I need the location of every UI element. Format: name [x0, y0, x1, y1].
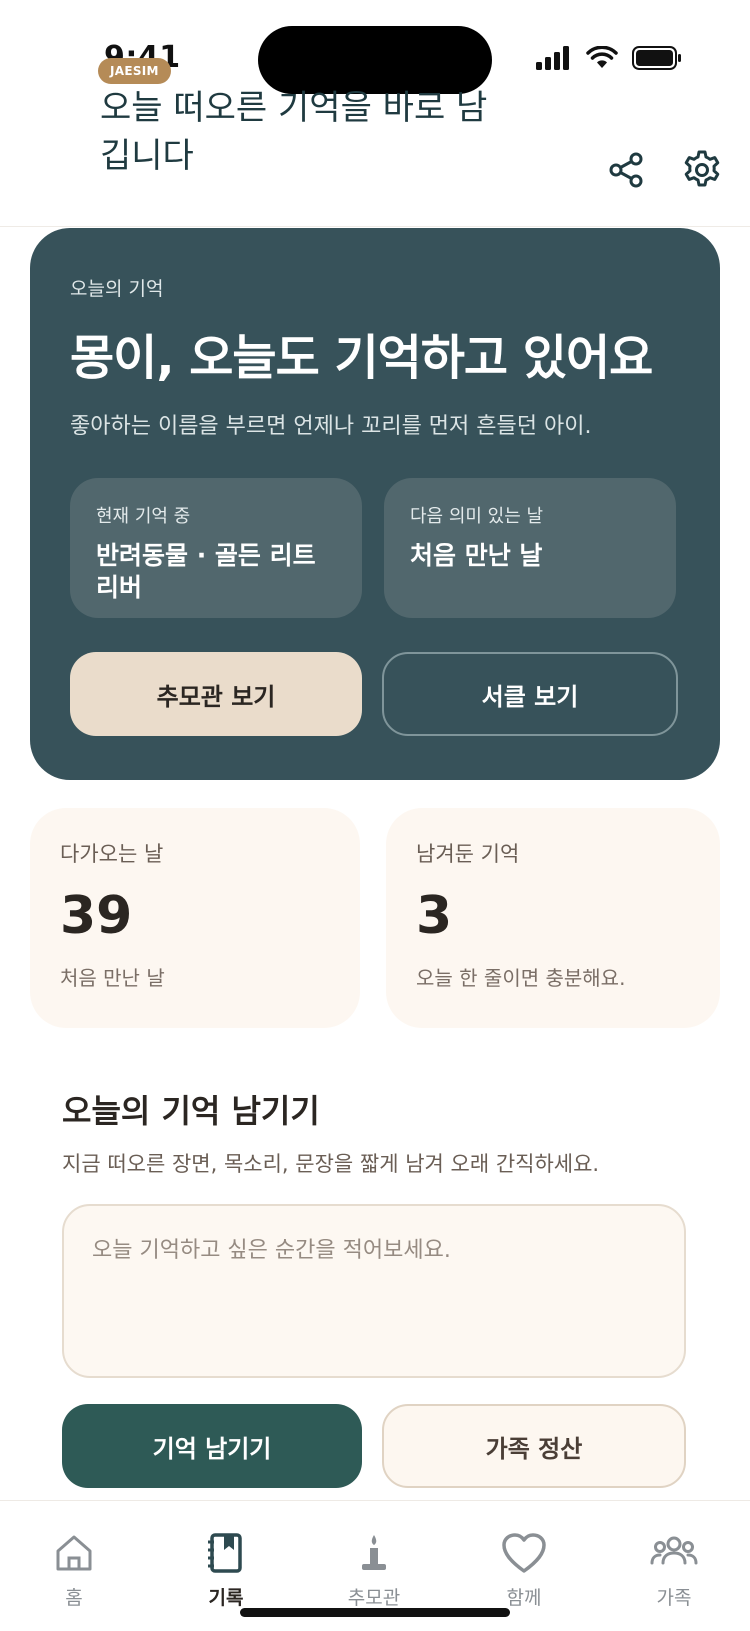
status-icons	[536, 46, 682, 70]
battery-icon	[632, 46, 681, 70]
home-icon	[56, 1535, 92, 1571]
tab-home[interactable]: 홈	[14, 1531, 134, 1610]
stat-label: 다가오는 날	[60, 842, 164, 866]
family-settlement-button[interactable]: 가족 정산	[382, 1404, 686, 1488]
candle-icon	[362, 1535, 386, 1570]
tab-record[interactable]: 기록	[166, 1531, 286, 1610]
hero-eyebrow: 오늘의 기억	[70, 278, 164, 300]
tab-label: 기록	[208, 1587, 244, 1609]
share-icon	[609, 152, 643, 188]
share-button[interactable]	[604, 148, 648, 192]
saved-memories-card[interactable]: 남겨둔 기억 3 오늘 한 줄이면 충분해요.	[386, 808, 720, 1028]
page-title: 오늘 떠오른 기억을 바로 남깁니다	[100, 88, 488, 176]
tab-label: 가족	[656, 1587, 692, 1609]
stat-value: 3	[416, 886, 453, 946]
tab-label: 홈	[65, 1587, 83, 1609]
people-icon	[650, 1536, 698, 1565]
stat-sub: 오늘 한 줄이면 충분해요.	[416, 966, 626, 990]
today-memory-hero-card: 오늘의 기억 몽이, 오늘도 기억하고 있어요 좋아하는 이름을 부르면 언제나…	[30, 228, 720, 780]
heart-icon	[502, 1533, 546, 1573]
brand-badge: JAESIM	[98, 58, 171, 84]
save-memory-button[interactable]: 기억 남기기	[62, 1404, 362, 1488]
wifi-icon	[586, 46, 618, 68]
header-divider	[0, 226, 750, 227]
tab-together[interactable]: 함께	[464, 1531, 584, 1610]
cellular-signal-icon	[536, 46, 569, 70]
stat-label: 남겨둔 기억	[416, 842, 520, 866]
current-memory-tile: 현재 기억 중 반려동물 · 골든 리트리버	[70, 478, 362, 618]
hero-description: 좋아하는 이름을 부르면 언제나 꼬리를 먼저 흔들던 아이.	[70, 414, 592, 439]
stat-sub: 처음 만난 날	[60, 966, 165, 990]
section-description: 지금 떠오른 장면, 목소리, 문장을 짧게 남겨 오래 간직하세요.	[62, 1152, 600, 1176]
tab-label: 함께	[506, 1587, 542, 1609]
section-title: 오늘의 기억 남기기	[62, 1092, 320, 1130]
tile-label: 다음 의미 있는 날	[410, 506, 544, 527]
header-actions	[604, 148, 724, 192]
tab-label: 추모관	[347, 1587, 401, 1609]
tile-label: 현재 기억 중	[96, 506, 191, 527]
tab-family[interactable]: 가족	[614, 1531, 734, 1610]
view-memorial-button[interactable]: 추모관 보기	[70, 652, 362, 736]
view-circle-button[interactable]: 서클 보기	[382, 652, 678, 736]
memory-input[interactable]	[62, 1204, 686, 1378]
home-indicator	[240, 1608, 510, 1617]
notebook-icon	[208, 1533, 242, 1573]
tab-memorial[interactable]: 추모관	[314, 1531, 434, 1610]
next-meaningful-day-tile: 다음 의미 있는 날 처음 만난 날	[384, 478, 676, 618]
tile-value: 처음 만난 날	[410, 541, 543, 570]
tile-value: 반려동물 · 골든 리트리버	[96, 541, 316, 602]
gear-icon	[684, 150, 720, 187]
upcoming-day-card[interactable]: 다가오는 날 39 처음 만난 날	[30, 808, 360, 1028]
settings-button[interactable]	[680, 148, 724, 192]
hero-title: 몽이, 오늘도 기억하고 있어요	[70, 330, 653, 386]
stat-value: 39	[60, 886, 133, 946]
